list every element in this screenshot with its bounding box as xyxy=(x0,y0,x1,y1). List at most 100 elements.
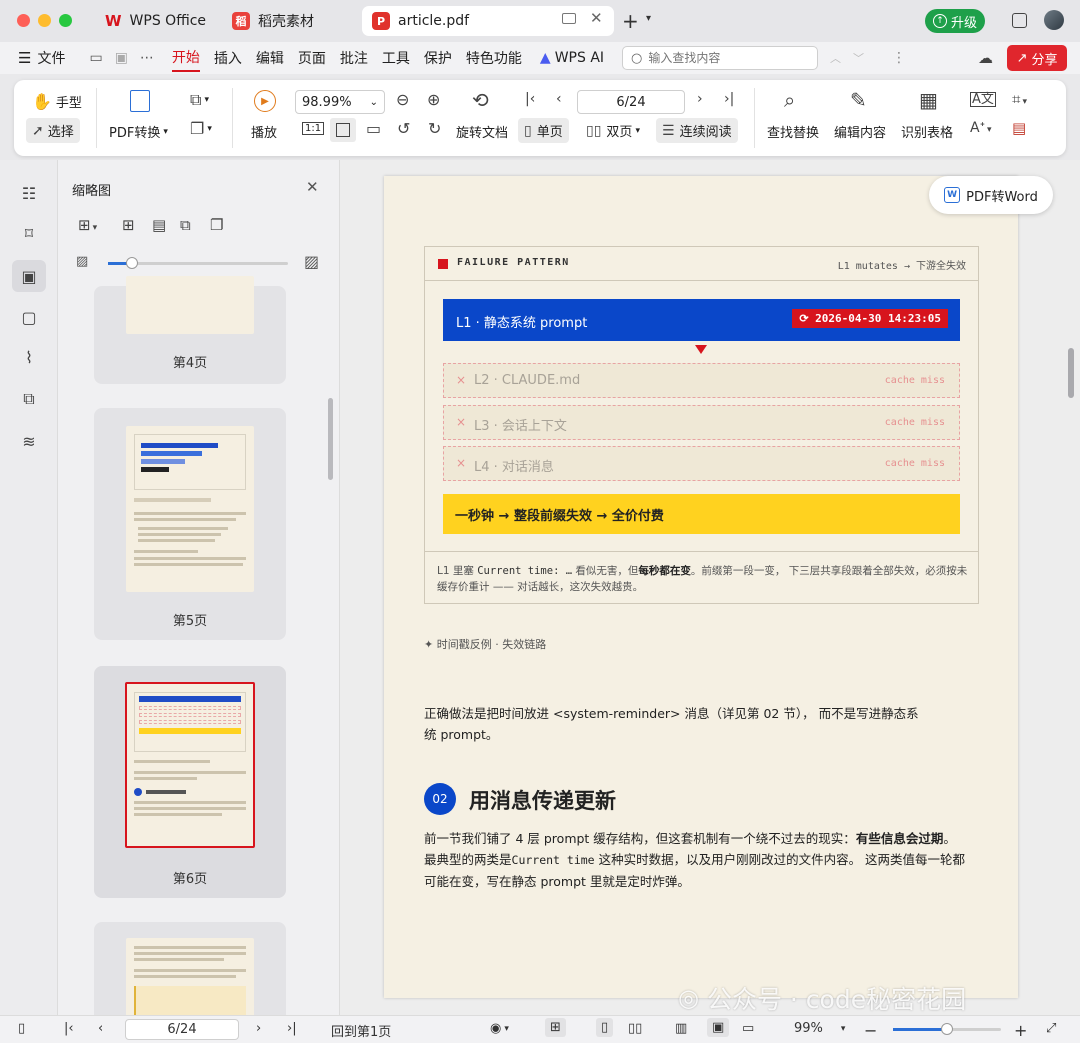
sidebar-toggle-icon[interactable]: ▯ xyxy=(18,1021,25,1036)
hand-tool-button[interactable]: ✋ 手型 xyxy=(32,92,82,111)
new-tab-icon[interactable]: + xyxy=(622,9,639,33)
play-icon[interactable]: ▶ xyxy=(254,90,276,112)
recognize-table-button[interactable]: 识别表格 xyxy=(901,122,953,141)
status-zoom-select[interactable]: 99% ▾ xyxy=(794,1021,845,1036)
chevron-down-icon[interactable]: ▾ xyxy=(646,13,651,24)
screen-icon[interactable] xyxy=(562,13,576,24)
slider-handle[interactable] xyxy=(126,257,138,269)
pdf-convert-button[interactable]: PDF转换 ▾ xyxy=(109,122,168,141)
menu-start[interactable]: 开始 xyxy=(171,47,200,72)
image-convert-button[interactable]: ⧉ ▾ xyxy=(190,92,209,108)
extract-page-icon[interactable]: ⧉ xyxy=(180,216,191,234)
book-view-icon[interactable]: ▥ xyxy=(675,1021,687,1036)
last-page-icon[interactable]: ›| xyxy=(724,92,734,106)
prev-page-icon[interactable]: ‹ xyxy=(98,1021,103,1036)
select-tool-button[interactable]: ➚ 选择 xyxy=(26,118,80,143)
search-icon[interactable]: ⌕ xyxy=(784,90,795,110)
back-to-first-link[interactable]: 回到第1页 xyxy=(331,1021,391,1040)
rotate-right-icon[interactable]: ↻ xyxy=(428,121,441,137)
chevron-up-icon[interactable]: ︿ xyxy=(830,50,841,66)
tab-docer[interactable]: 稻 稻壳素材 xyxy=(222,6,356,36)
thumbnail-page-5[interactable]: 第5页 xyxy=(94,408,286,640)
menu-hamburger-icon[interactable]: ☰ xyxy=(18,49,31,67)
save-icon[interactable]: ▣ xyxy=(115,50,128,66)
close-panel-icon[interactable]: ✕ xyxy=(306,178,319,196)
next-page-icon[interactable]: › xyxy=(697,92,703,106)
more-vertical-icon[interactable]: ⋮ xyxy=(892,50,906,66)
double-page-icon[interactable]: ▯▯ xyxy=(628,1021,642,1036)
eye-icon[interactable]: ◉ ▾ xyxy=(490,1021,509,1036)
add-page-icon[interactable]: ⊞ xyxy=(122,216,135,234)
single-page-icon[interactable]: ▯ xyxy=(596,1018,614,1037)
upgrade-button[interactable]: ↑ 升级 xyxy=(925,9,985,33)
recognize-table-icon[interactable]: ▦ xyxy=(919,90,938,110)
more-icon[interactable]: ⋯ xyxy=(140,50,154,66)
rotate-left-icon[interactable]: ↺ xyxy=(397,121,410,137)
window-tile-icon[interactable] xyxy=(1012,13,1027,28)
actual-size-icon[interactable]: 1:1 xyxy=(302,122,325,135)
pdf-to-word-button[interactable]: W PDF转Word xyxy=(929,176,1053,214)
thumbnail-size-slider[interactable] xyxy=(108,257,288,269)
rotate-doc-icon[interactable]: ⟲ xyxy=(472,90,489,110)
status-zoom-slider[interactable] xyxy=(893,1023,1001,1035)
fit-width-icon[interactable]: ▭ xyxy=(366,121,381,137)
bookmark-icon[interactable]: ⌑ xyxy=(16,220,42,246)
close-window-button[interactable] xyxy=(17,14,30,27)
menu-edit[interactable]: 编辑 xyxy=(256,48,284,68)
maximize-window-button[interactable] xyxy=(59,14,72,27)
menu-insert[interactable]: 插入 xyxy=(214,48,242,68)
menu-features[interactable]: 特色功能 xyxy=(466,48,522,68)
play-button[interactable]: 播放 xyxy=(251,122,277,141)
continuous-read-button[interactable]: ☰ 连续阅读 xyxy=(656,118,738,143)
fit-page-icon[interactable] xyxy=(330,118,356,142)
single-page-button[interactable]: ▯ 单页 xyxy=(518,118,569,143)
share-button[interactable]: ↗ 分享 xyxy=(1007,45,1068,71)
zoom-out-icon[interactable]: − xyxy=(864,1021,877,1040)
outline-icon[interactable]: ☷ xyxy=(16,180,42,206)
menu-protect[interactable]: 保护 xyxy=(424,48,452,68)
zoom-select[interactable]: 98.99% ⌄ xyxy=(295,90,385,114)
attachment-icon[interactable]: ⌇ xyxy=(16,344,42,370)
convert-icon[interactable]: ⧉ xyxy=(16,386,42,412)
tab-wps-office[interactable]: W WPS Office xyxy=(95,6,217,36)
menu-comment[interactable]: 批注 xyxy=(340,48,368,68)
insert-file-icon[interactable]: ▤ xyxy=(152,216,166,234)
folder-icon[interactable]: ▭ xyxy=(89,50,102,66)
next-page-icon[interactable]: › xyxy=(256,1021,261,1036)
thumbnail-page-4[interactable]: 第4页 xyxy=(94,276,286,384)
double-page-button[interactable]: ▯▯ 双页 ▾ xyxy=(586,121,640,141)
chevron-down-icon[interactable]: ﹀ xyxy=(853,50,864,66)
edit-content-button[interactable]: 编辑内容 xyxy=(834,122,886,141)
actual-size-icon[interactable]: ▭ xyxy=(742,1021,754,1036)
menu-page[interactable]: 页面 xyxy=(298,48,326,68)
zoom-in-icon[interactable]: + xyxy=(1014,1021,1027,1040)
search-box[interactable]: ○ xyxy=(622,46,819,70)
thumb-scrollbar[interactable] xyxy=(328,398,333,480)
pdf-convert-icon[interactable] xyxy=(130,90,150,112)
thumbnail-icon[interactable]: ▣ xyxy=(12,260,46,292)
document-viewport[interactable]: FAILURE PATTERN L1 mutates → 下游全失效 L1 · … xyxy=(340,160,1080,1015)
first-page-icon[interactable]: |‹ xyxy=(525,92,535,106)
minimize-window-button[interactable] xyxy=(38,14,51,27)
prev-page-icon[interactable]: ‹ xyxy=(556,92,562,106)
doc-scrollbar[interactable] xyxy=(1068,348,1074,398)
edit-content-icon[interactable]: ✎ xyxy=(850,90,867,110)
thumbnail-page-7[interactable] xyxy=(94,922,286,1015)
close-tab-icon[interactable]: ✕ xyxy=(590,9,603,27)
avatar[interactable] xyxy=(1044,10,1064,30)
cloud-upload-icon[interactable]: ☁ xyxy=(978,49,993,67)
thumbnail-page-6[interactable]: 第6页 xyxy=(94,666,286,898)
grid-view-icon[interactable]: ⊞ ▾ xyxy=(78,216,97,234)
fullscreen-icon[interactable]: ⤢ xyxy=(1046,1021,1056,1036)
zoom-out-icon[interactable]: ⊖ xyxy=(396,92,409,108)
menu-tools[interactable]: 工具 xyxy=(382,48,410,68)
menu-file[interactable]: 文件 xyxy=(37,48,65,68)
redact-icon[interactable]: ▤ xyxy=(1012,121,1026,136)
rotate-doc-button[interactable]: 旋转文档 xyxy=(456,122,508,141)
translate-icon[interactable]: A文 xyxy=(970,92,996,107)
fit-page-icon[interactable]: ▣ xyxy=(707,1018,730,1037)
fit-width-icon[interactable]: ⊞ xyxy=(545,1018,566,1037)
find-replace-button[interactable]: 查找替换 xyxy=(767,122,819,141)
layers-icon[interactable]: ≋ xyxy=(16,428,42,454)
tab-article-pdf[interactable]: P article.pdf ✕ xyxy=(362,6,614,36)
